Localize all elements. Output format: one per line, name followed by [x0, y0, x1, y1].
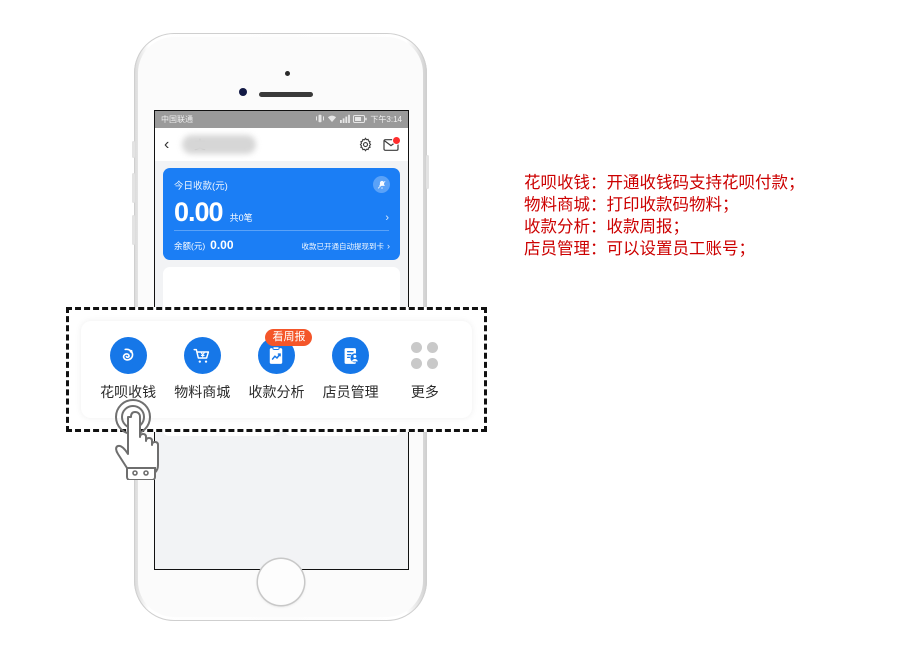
hand-tap-icon: [108, 398, 166, 481]
signal-icon: [340, 114, 351, 125]
feature-item-payment-analysis[interactable]: 看周报 收款分析: [241, 329, 313, 402]
balance-amount: 0.00: [210, 238, 234, 252]
gear-icon[interactable]: [358, 137, 373, 152]
battery-icon: [353, 114, 368, 125]
today-income-amount: 0.00: [174, 197, 224, 227]
chevron-left-icon[interactable]: ‹: [164, 136, 178, 153]
balance-note: 收款已开通自动提现到卡: [301, 242, 385, 251]
feature-label: 更多: [410, 384, 439, 400]
nav-actions: [358, 135, 401, 152]
status-bar-carrier: 中国联通: [161, 115, 193, 124]
phone-volume-down-button[interactable]: [132, 215, 135, 245]
vibrate-icon: [316, 114, 325, 125]
annotation-line: 物料商城：打印收款码物料；: [524, 195, 739, 214]
phone-power-button[interactable]: [426, 155, 429, 189]
bell-muted-icon[interactable]: [373, 176, 390, 193]
today-income-card[interactable]: 今日收款(元) 0.00 共0笔 › 余额(元) 0.00 收款已开通自动提现到…: [163, 168, 400, 260]
front-camera-icon: [238, 88, 247, 96]
phone-silent-switch[interactable]: [132, 141, 135, 158]
phone-volume-up-button[interactable]: [132, 173, 135, 203]
nav-bar: ‹ 支: [155, 128, 408, 161]
balance-row[interactable]: 余额(元) 0.00 收款已开通自动提现到卡 ›: [174, 238, 390, 252]
weekly-report-badge[interactable]: 看周报: [265, 329, 313, 347]
annotation-line: 花呗收钱：开通收钱码支持花呗付款；: [524, 173, 805, 192]
today-income-count: 共0笔: [229, 213, 253, 223]
annotation-line: 收款分析：收款周报；: [524, 217, 689, 236]
today-income-label: 今日收款(元): [174, 181, 228, 192]
balance-label: 余额(元): [174, 241, 206, 251]
feature-item-staff-management[interactable]: 店员管理: [316, 337, 386, 402]
huabei-icon: [109, 337, 147, 374]
card-divider: [174, 230, 389, 231]
title-blur-overlay: [182, 134, 256, 154]
annotation-text-block: 花呗收钱：开通收钱码支持花呗付款； 物料商城：打印收款码物料； 收款分析：收款周…: [524, 172, 805, 260]
earpiece-speaker: [258, 92, 313, 97]
home-button[interactable]: [257, 559, 304, 605]
message-badge: [392, 135, 401, 145]
page-title: 支: [178, 134, 358, 155]
shopping-cart-icon: [183, 337, 221, 374]
grid-dots-icon: [406, 337, 443, 374]
staff-document-icon: [332, 337, 370, 374]
today-income-amount-row: 0.00 共0笔 ›: [174, 199, 389, 226]
chevron-right-icon[interactable]: ›: [385, 212, 389, 224]
feature-item-huabei[interactable]: 花呗收钱: [93, 337, 163, 402]
status-bar-time: 下午3:14: [370, 115, 402, 124]
feature-label: 店员管理: [322, 384, 379, 400]
wifi-icon: [327, 114, 337, 125]
balance-chevron-right-icon[interactable]: ›: [387, 241, 390, 251]
feature-label: 物料商城: [174, 384, 231, 400]
feature-item-more[interactable]: 更多: [390, 337, 460, 402]
status-bar: 中国联通 下午3:14: [155, 111, 408, 128]
envelope-icon[interactable]: [383, 135, 401, 152]
feature-item-material-mall[interactable]: 物料商城: [167, 337, 237, 402]
annotation-line: 店员管理：可以设置员工账号；: [524, 239, 755, 258]
feature-label: 收款分析: [248, 384, 305, 400]
proximity-sensor-icon: [284, 71, 290, 76]
